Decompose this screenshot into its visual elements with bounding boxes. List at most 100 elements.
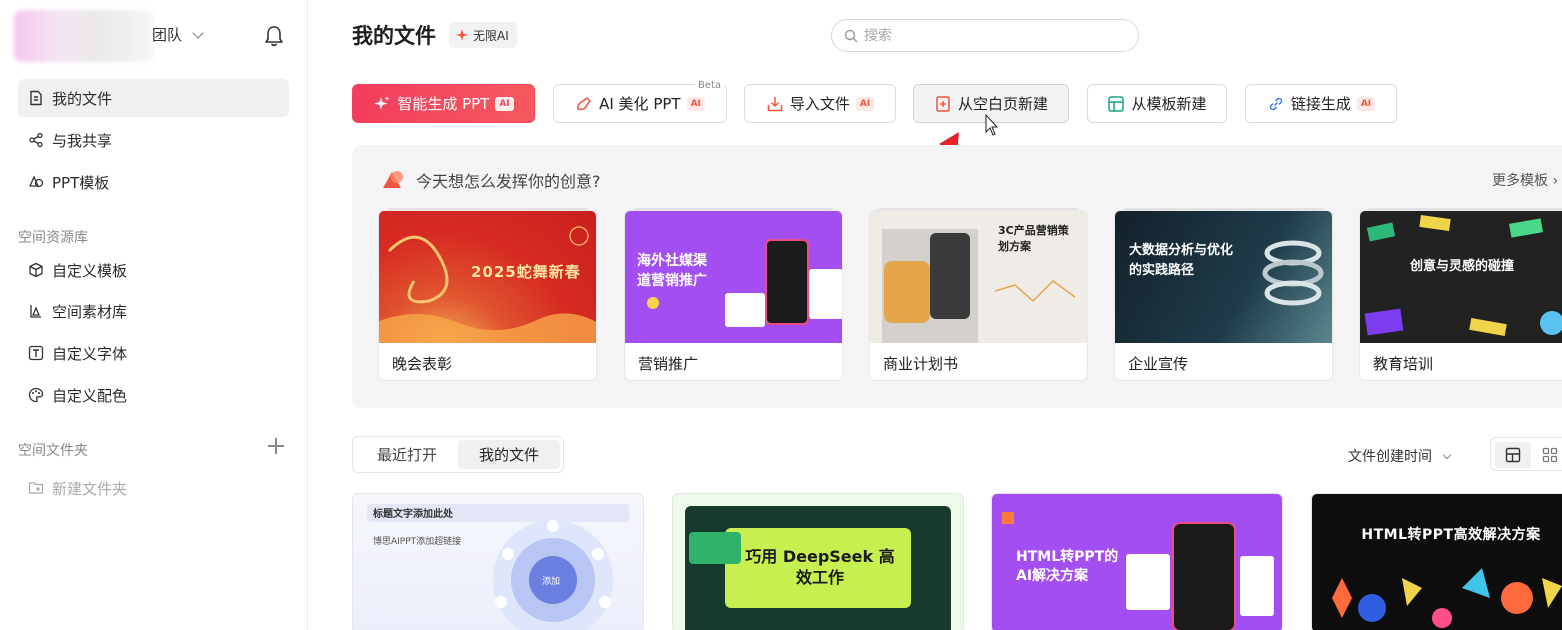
sort-label: 文件创建时间 [1348, 449, 1432, 465]
sparkle-icon [456, 29, 468, 41]
layout-icon [1505, 447, 1521, 463]
file-card[interactable]: 标题文字添加此处 博思AIPPT添加超链接 添加 [352, 493, 644, 630]
thumb-title: 海外社媒渠道营销推广 [637, 253, 707, 289]
sidebar-item-palette[interactable]: 自定义配色 [18, 376, 289, 414]
sticker [1366, 222, 1396, 242]
large-grid-view-button[interactable] [1495, 442, 1531, 468]
template-card[interactable]: 2025蛇舞新春 晚会表彰 [378, 210, 597, 381]
sidebar-item-custom-templates[interactable]: 自定义模板 [18, 251, 289, 289]
grid-icon [1542, 447, 1558, 463]
small-grid-view-button[interactable] [1535, 442, 1562, 468]
ai-beautify-ppt-button[interactable]: AI 美化 PPT AI Beta [553, 80, 727, 123]
sort-dropdown[interactable]: 文件创建时间 [1348, 446, 1452, 466]
link-icon [1269, 97, 1283, 110]
unlimited-ai-badge[interactable]: 无限AI [449, 22, 517, 48]
sun-icon [647, 297, 659, 309]
template-card[interactable]: 3C产品营销策划方案 商业计划书 [869, 210, 1088, 381]
team-avatar [14, 10, 154, 62]
palette-icon [28, 387, 44, 403]
view-toggle [1490, 437, 1562, 471]
sidebar-item-fonts[interactable]: 自定义字体 [18, 334, 289, 372]
template-thumbnail: 3C产品营销策划方案 [870, 211, 1087, 343]
template-new-label: 从模板新建 [1131, 95, 1207, 113]
ai-tag: AI [686, 96, 705, 111]
folder-plus-icon [28, 482, 44, 494]
beta-badge: Beta [694, 80, 724, 91]
ai-tag: AI [495, 96, 514, 111]
sticker [1419, 214, 1451, 232]
template-icon [28, 175, 44, 188]
import-file-label: 导入文件 [789, 95, 850, 113]
tab-recent[interactable]: 最近打开 [356, 440, 458, 469]
sidebar-item-ppt-templates[interactable]: PPT模板 [18, 163, 289, 201]
template-caption: 教育培训 [1373, 355, 1434, 373]
search-input[interactable] [864, 27, 1114, 44]
thumb-shape [809, 269, 842, 319]
template-caption: 晚会表彰 [392, 355, 453, 373]
template-question: 今天想怎么发挥你的创意? [380, 168, 601, 192]
sparkle-icon [374, 95, 390, 110]
bell-icon[interactable] [264, 25, 284, 47]
creative-icon [383, 171, 403, 188]
template-grid-icon [1108, 95, 1125, 112]
sticker [1469, 317, 1507, 337]
file-title: HTML转PPT高效解决方案 [1361, 527, 1541, 543]
team-name-wrap: 团队 [152, 24, 204, 45]
new-folder-button[interactable]: 新建文件夹 [18, 469, 289, 507]
template-caption: 营销推广 [638, 355, 699, 373]
sidebar-item-shared[interactable]: 与我共享 [18, 121, 289, 159]
space-folder-label: 空间文件夹 [18, 443, 88, 459]
circle-diagram [493, 520, 613, 630]
line-chart-thumb [995, 280, 1076, 303]
slide-shape [1126, 554, 1170, 610]
ai-tag: AI [1356, 96, 1376, 111]
phone-mockup [765, 239, 809, 325]
ai-tag: AI [855, 96, 875, 111]
template-thumbnail: 2025蛇舞新春 [379, 211, 596, 343]
link-generate-button[interactable]: 链接生成 AI [1245, 84, 1397, 123]
file-title: 标题文字添加此处 [373, 509, 453, 520]
template-thumbnail: 大数据分析与优化的实践路径 [1115, 211, 1332, 343]
chevron-down-icon [192, 26, 204, 39]
search-box[interactable] [831, 19, 1139, 52]
team-name: 团队 [152, 26, 183, 44]
sticker [1364, 308, 1404, 336]
thumb-title: 3C产品营销策划方案 [998, 224, 1069, 253]
import-icon [767, 96, 783, 111]
sidebar-item-label: 自定义模板 [52, 261, 128, 280]
thumb-title: 大数据分析与优化的实践路径 [1129, 243, 1234, 278]
template-card[interactable]: 海外社媒渠道营销推广 营销推广 [624, 210, 843, 381]
template-card[interactable]: 大数据分析与优化的实践路径 企业宣传 [1114, 210, 1333, 381]
template-new-button[interactable]: 从模板新建 [1087, 84, 1227, 123]
tab-my-files[interactable]: 我的文件 [458, 440, 560, 469]
sticker [1540, 311, 1562, 335]
assets-icon [30, 305, 41, 318]
import-file-button[interactable]: 导入文件 AI [744, 84, 896, 123]
space-library-label: 空间资源库 [18, 230, 88, 246]
diagram-center-label: 添加 [542, 577, 561, 587]
file-subtitle: 博思AIPPT添加超链接 [373, 537, 462, 547]
page-title: 我的文件 [352, 24, 436, 48]
link-generate-label: 链接生成 [1290, 95, 1351, 113]
template-caption: 企业宣传 [1128, 355, 1189, 373]
file-card[interactable]: HTML转PPT高效解决方案 [1311, 493, 1562, 630]
template-card[interactable]: 创意与灵感的碰撞 教育培训 [1359, 210, 1562, 381]
font-icon [28, 345, 44, 361]
sidebar-item-label: 自定义字体 [52, 344, 128, 363]
add-folder-icon[interactable] [268, 438, 284, 454]
more-templates-link[interactable]: 更多模板 › [1492, 170, 1558, 190]
new-folder-label: 新建文件夹 [52, 479, 128, 498]
phone-mockup [1172, 522, 1236, 630]
smart-generate-ppt-button[interactable]: 智能生成 PPT AI [352, 84, 535, 123]
search-icon [844, 29, 858, 42]
sidebar: 团队 我的文件 与我共享 PPT模板 空间资源库 自定义模板 空间素材库 自定义… [0, 0, 308, 630]
team-switcher[interactable]: 团队 [14, 8, 274, 64]
file-card[interactable]: 巧用 DeepSeek 高效工作 [672, 493, 964, 630]
file-tabs: 最近打开 我的文件 [352, 436, 564, 473]
sidebar-item-label: 空间素材库 [52, 302, 128, 321]
sidebar-item-assets[interactable]: 空间素材库 [18, 292, 289, 330]
product-lamp [930, 233, 970, 319]
file-card[interactable]: HTML转PPT的AI解决方案 [991, 493, 1283, 630]
magic-brush-icon [577, 96, 591, 110]
sidebar-item-my-files[interactable]: 我的文件 [18, 79, 289, 117]
